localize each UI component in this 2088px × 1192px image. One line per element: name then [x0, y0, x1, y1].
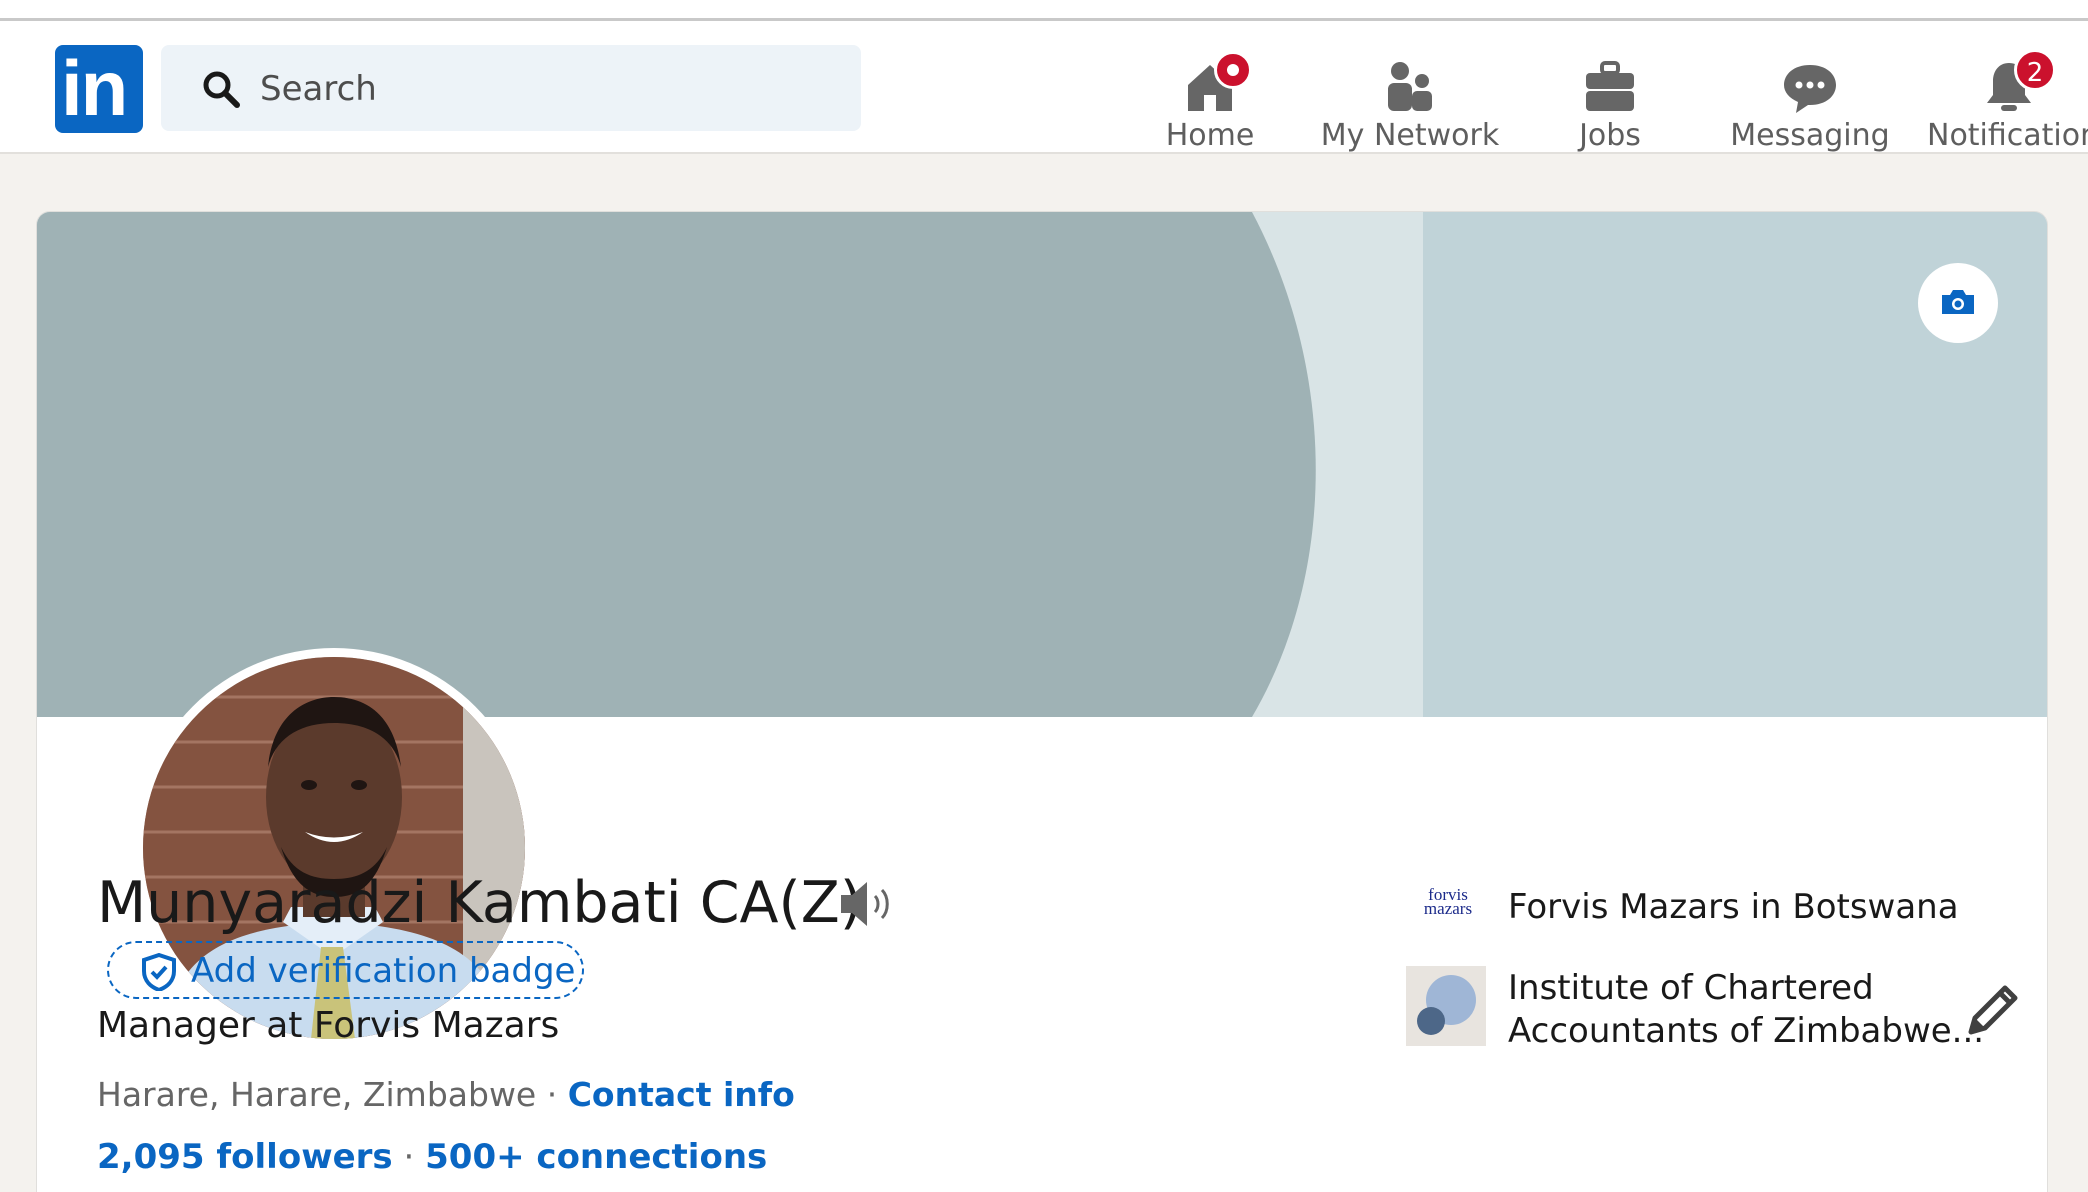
speaker-icon	[841, 882, 889, 926]
notifications-count-badge: 2	[2014, 49, 2056, 91]
edit-banner-button[interactable]	[1918, 263, 1998, 343]
nav-messaging[interactable]: Messaging	[1730, 39, 1890, 153]
contact-info-link[interactable]: Contact info	[568, 1075, 795, 1114]
search-icon	[203, 71, 240, 108]
camera-icon	[1942, 290, 1974, 314]
nav-my-network-label: My Network	[1320, 118, 1500, 153]
network-icon	[1388, 62, 1432, 111]
briefcase-icon	[1586, 61, 1634, 111]
stats-separator: ·	[392, 1137, 426, 1177]
banner-graphic	[37, 212, 2047, 717]
current-company[interactable]: forvis mazars Forvis Mazars in Botswana	[1406, 866, 2026, 946]
education-item[interactable]: Institute of Chartered Accountants of Zi…	[1406, 966, 2026, 1052]
nav-jobs-label: Jobs	[1579, 118, 1641, 153]
linkedin-logo-text: in	[61, 44, 128, 132]
nav-my-network[interactable]: My Network	[1320, 39, 1500, 153]
institute-logo-graphic	[1417, 975, 1476, 1035]
home-notification-dot	[1214, 51, 1252, 89]
verification-label: Add verification badge	[191, 951, 576, 991]
company-name: Forvis Mazars in Botswana	[1508, 887, 1959, 927]
name-pronunciation-button[interactable]	[839, 878, 895, 930]
education-name-line1: Institute of Chartered	[1508, 968, 1874, 1008]
connections-link[interactable]: 500+ connections	[425, 1137, 767, 1177]
nav-notifications[interactable]: 2 Notifications	[1924, 39, 2088, 153]
browser-top-edge	[0, 0, 2088, 21]
global-nav: in Search Home My Network Jobs Messaging…	[0, 21, 2088, 154]
location-row: Harare, Harare, Zimbabwe · Contact info	[97, 1075, 795, 1114]
search-input[interactable]: Search	[161, 45, 861, 131]
profile-name: Munyaradzi Kambati CA(Z)	[97, 870, 863, 936]
profile-banner[interactable]	[37, 212, 2047, 717]
profile-location: Harare, Harare, Zimbabwe	[97, 1075, 537, 1114]
nav-notifications-label: Notifications	[1927, 118, 2088, 153]
stats-row: 2,095 followers · 500+ connections	[97, 1137, 767, 1177]
nav-jobs[interactable]: Jobs	[1560, 39, 1660, 153]
messaging-icon	[1784, 65, 1836, 113]
institute-logo	[1406, 966, 1486, 1046]
search-placeholder: Search	[260, 69, 377, 109]
logo-text-mazars: mazars	[1423, 899, 1473, 918]
forvis-mazars-logo: forvis mazars	[1406, 866, 1486, 946]
nav-home[interactable]: Home	[1160, 39, 1260, 153]
shield-check-icon	[142, 953, 176, 991]
add-verification-badge-button[interactable]: Add verification badge	[107, 941, 584, 999]
location-separator: ·	[536, 1075, 568, 1114]
nav-home-label: Home	[1165, 118, 1255, 153]
profile-name-row: Munyaradzi Kambati CA(Z)	[97, 870, 889, 942]
profile-headline: Manager at Forvis Mazars	[97, 1005, 560, 1046]
followers-link[interactable]: 2,095 followers	[97, 1137, 393, 1177]
education-name-line2: Accountants of Zimbabwe...	[1508, 1011, 1985, 1051]
nav-messaging-label: Messaging	[1730, 118, 1890, 153]
linkedin-logo[interactable]: in	[55, 44, 143, 133]
